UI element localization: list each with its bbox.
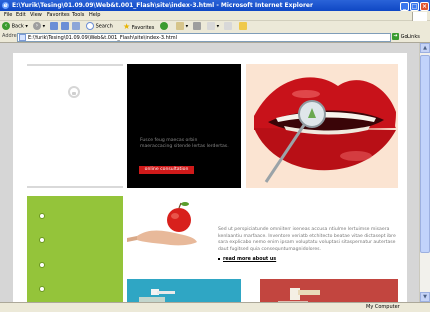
logo-icon <box>68 86 80 98</box>
discuss-button[interactable] <box>224 22 232 31</box>
minimize-icon[interactable]: _ <box>400 2 409 11</box>
address-input[interactable]: E:\Yurik\Tesing\01.09.09\Web&t.001_Flash… <box>17 33 391 42</box>
title-bar: e E:\Yurik\Tesing\01.09.09\Web&t.001_Fla… <box>0 0 430 11</box>
scroll-up-icon[interactable]: ▲ <box>420 43 430 53</box>
search-label: Search <box>95 23 113 30</box>
windows-logo-icon <box>412 12 427 21</box>
read-more-label: read more about us <box>223 257 277 262</box>
menu-help[interactable]: Help <box>89 12 100 18</box>
home-icon <box>72 22 80 30</box>
menu-bar: File Edit View Favorites Tools Help <box>0 11 430 21</box>
maximize-icon[interactable]: □ <box>410 2 419 11</box>
menu-tools[interactable]: Tools <box>72 12 84 18</box>
browser-window: e E:\Yurik\Tesing\01.09.09\Web&t.001_Fla… <box>0 0 430 312</box>
bullet-icon <box>39 237 45 243</box>
hero-panel: Fusce feug maecas orbin maeraccacing sit… <box>127 64 241 188</box>
header-divider-top <box>27 64 123 66</box>
go-button[interactable]: ➜ Go <box>392 33 408 41</box>
history-button[interactable] <box>160 22 168 31</box>
menu-favorites[interactable]: Favorites <box>47 12 70 18</box>
hero-text: Fusce feug maecas orbin maeraccacing sit… <box>140 138 229 149</box>
window-title: E:\Yurik\Tesing\01.09.09\Web&t.001_Flash… <box>12 2 313 9</box>
links-label[interactable]: Links <box>407 33 420 41</box>
page-icon <box>19 34 26 41</box>
refresh-button[interactable] <box>61 22 69 31</box>
forward-button[interactable]: › ▾ <box>33 22 45 31</box>
refresh-icon <box>61 22 69 30</box>
search-icon <box>86 22 94 30</box>
vertical-scrollbar[interactable]: ▲ ▼ <box>419 43 430 302</box>
lips-image <box>246 64 398 188</box>
bullet-icon <box>39 286 45 292</box>
service-card-blue <box>127 279 241 302</box>
ie-logo-icon: e <box>2 2 9 9</box>
web-page: Fusce feug maecas orbin maeraccacing sit… <box>13 53 407 302</box>
toothpaste-illustration <box>278 288 320 302</box>
online-consultation-button[interactable]: online consultation <box>139 166 194 174</box>
folder-icon <box>239 22 247 30</box>
favorites-label: Favorites <box>131 25 155 31</box>
back-arrow-icon: ‹ <box>2 22 10 30</box>
search-button[interactable]: Search <box>86 22 113 31</box>
mail-button[interactable]: ▾ <box>176 22 188 31</box>
lips-illustration <box>246 64 398 188</box>
header-divider-bottom <box>27 186 123 188</box>
go-arrow-icon: ➜ <box>392 33 399 40</box>
edit-icon <box>207 22 215 30</box>
discuss-icon <box>224 22 232 30</box>
bullet-icon <box>39 213 45 219</box>
print-icon <box>193 22 201 30</box>
home-button[interactable] <box>72 22 80 31</box>
favorites-button[interactable]: ★ Favorites <box>123 22 154 31</box>
print-button[interactable] <box>193 22 201 31</box>
stop-icon <box>50 22 58 30</box>
close-icon[interactable]: × <box>420 2 429 11</box>
service-card-red <box>260 279 398 302</box>
edit-button[interactable]: ▾ <box>207 22 219 31</box>
read-more-link[interactable]: read more about us <box>218 257 276 262</box>
services-sidebar <box>27 196 123 302</box>
toothbrush-illustration <box>139 289 175 302</box>
scroll-thumb[interactable] <box>420 55 430 253</box>
bullet-icon <box>39 262 45 268</box>
menu-view[interactable]: View <box>30 12 42 18</box>
star-icon: ★ <box>123 22 131 31</box>
scroll-down-icon[interactable]: ▼ <box>420 292 430 302</box>
folder-button[interactable] <box>239 22 247 31</box>
forward-arrow-icon: › <box>33 22 41 30</box>
zone-label: My Computer <box>366 304 400 310</box>
about-text: Sed ut perspiciatunde omniiterr iseneas … <box>218 227 396 252</box>
address-url: E:\Yurik\Tesing\01.09.09\Web&t.001_Flash… <box>28 35 177 41</box>
bullet-icon <box>218 257 220 260</box>
status-bar: My Computer <box>0 302 430 312</box>
menu-file[interactable]: File <box>4 12 12 18</box>
back-button[interactable]: ‹ Back ▾ <box>2 22 28 31</box>
stop-button[interactable] <box>50 22 58 31</box>
mail-icon <box>176 22 184 30</box>
back-label: Back <box>11 23 24 30</box>
menu-edit[interactable]: Edit <box>16 12 26 18</box>
address-bar: Address E:\Yurik\Tesing\01.09.09\Web&t.0… <box>0 32 430 43</box>
history-icon <box>160 22 168 30</box>
page-viewport: Fusce feug maecas orbin maeraccacing sit… <box>0 43 419 302</box>
